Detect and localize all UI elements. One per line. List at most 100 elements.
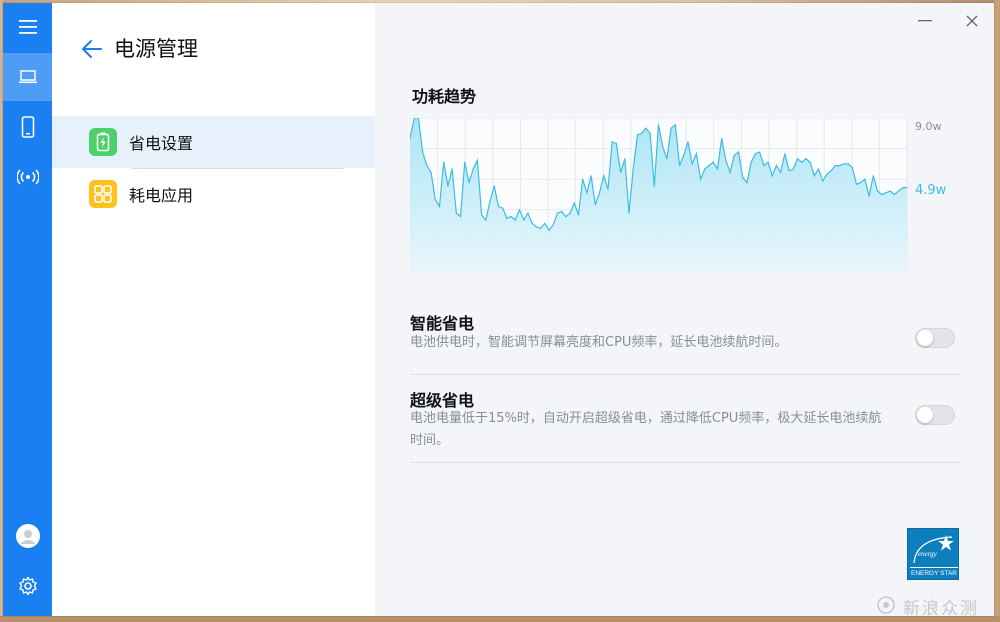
energy-star-text: ENERGY STAR [911,570,957,577]
data-point [830,170,832,172]
data-point [531,222,533,224]
data-point [729,171,731,173]
data-point [632,168,634,170]
apps-grid-icon [89,180,117,208]
data-point [674,124,676,126]
data-point [784,153,786,155]
data-point [826,173,828,175]
data-point [906,187,908,189]
data-point [868,195,870,197]
data-point [737,151,740,153]
smart-saving-desc: 电池供电时，智能调节屏幕亮度和CPU频率，延长电池续航时间。 [410,335,788,350]
data-point [902,187,904,189]
data-point [721,137,723,139]
data-point [822,180,824,182]
sidebar-item-label: 耗电应用 [129,186,194,205]
data-point [539,227,542,230]
data-point [792,168,794,170]
phone-icon [21,116,34,138]
data-point [443,161,445,163]
data-point [594,204,596,206]
desktop-background-bottom [0,616,1000,622]
smart-saving-title: 智能省电 [410,314,475,333]
data-point [780,171,782,173]
data-point [695,153,698,155]
minimize-button[interactable] [911,11,939,31]
data-point [485,219,487,221]
data-point [876,190,879,192]
data-point [422,151,424,153]
user-avatar-button[interactable] [3,512,52,560]
data-point [708,165,710,167]
data-point [565,216,567,218]
data-point [712,161,714,163]
divider [410,462,960,463]
navigation-rail [3,3,52,616]
data-point [489,200,491,202]
data-point [691,163,693,165]
energy-star-logo: energy ENERGY STAR [907,528,959,580]
data-point [742,176,744,179]
data-point [497,205,500,207]
data-point [687,141,689,143]
data-point [506,217,508,219]
data-point [700,178,702,180]
data-point [754,153,756,155]
divider [410,374,960,375]
avatar-icon [15,524,40,548]
battery-icon [89,128,117,156]
back-arrow-icon[interactable] [80,37,104,61]
data-point [476,159,478,162]
close-button[interactable] [958,11,986,31]
data-point [586,192,588,194]
power-trend-chart [410,118,908,272]
data-point [514,219,516,221]
toggle-knob [917,330,933,346]
data-point [855,183,858,185]
rail-item-computer[interactable] [3,53,52,101]
data-point [544,222,546,224]
data-point [750,161,752,163]
data-point [611,141,613,143]
data-point [851,166,853,168]
data-point [447,185,449,187]
rail-item-phone[interactable] [3,103,52,151]
data-point [805,158,807,160]
data-point [678,165,681,167]
settings-button[interactable] [3,562,52,610]
data-point [746,182,748,184]
energy-star-line [910,567,958,568]
data-point [725,159,727,162]
data-point [523,219,525,221]
data-point [603,175,605,177]
super-saving-toggle[interactable] [915,405,955,425]
menu-button[interactable] [3,3,52,51]
data-point [430,171,432,173]
data-point [649,132,651,134]
data-point [788,170,790,172]
sidebar-item-power-saving[interactable]: 省电设置 [52,116,375,168]
rail-item-wireless[interactable] [3,153,52,201]
data-point [839,165,841,167]
chart-current-value: 4.9w [915,183,947,198]
data-point [573,202,575,204]
data-point [817,168,820,170]
watermark-logo-icon [877,596,895,614]
data-point [518,209,521,211]
data-point [481,214,483,216]
smart-saving-toggle[interactable] [915,328,955,348]
data-point [897,190,900,192]
data-point [556,212,559,214]
data-point [582,178,584,180]
data-point [527,212,529,214]
data-point [615,142,617,145]
data-point [834,165,836,167]
data-point [653,185,655,187]
wireless-icon [16,169,39,185]
sidebar-item-power-apps[interactable]: 耗电应用 [52,168,375,220]
sidebar: 电源管理 省电设置 耗电应用 [52,3,375,616]
gear-icon [18,576,37,596]
watermark-text: 新浪众测 [903,599,979,619]
minimize-icon [918,20,932,22]
data-point [510,216,512,218]
